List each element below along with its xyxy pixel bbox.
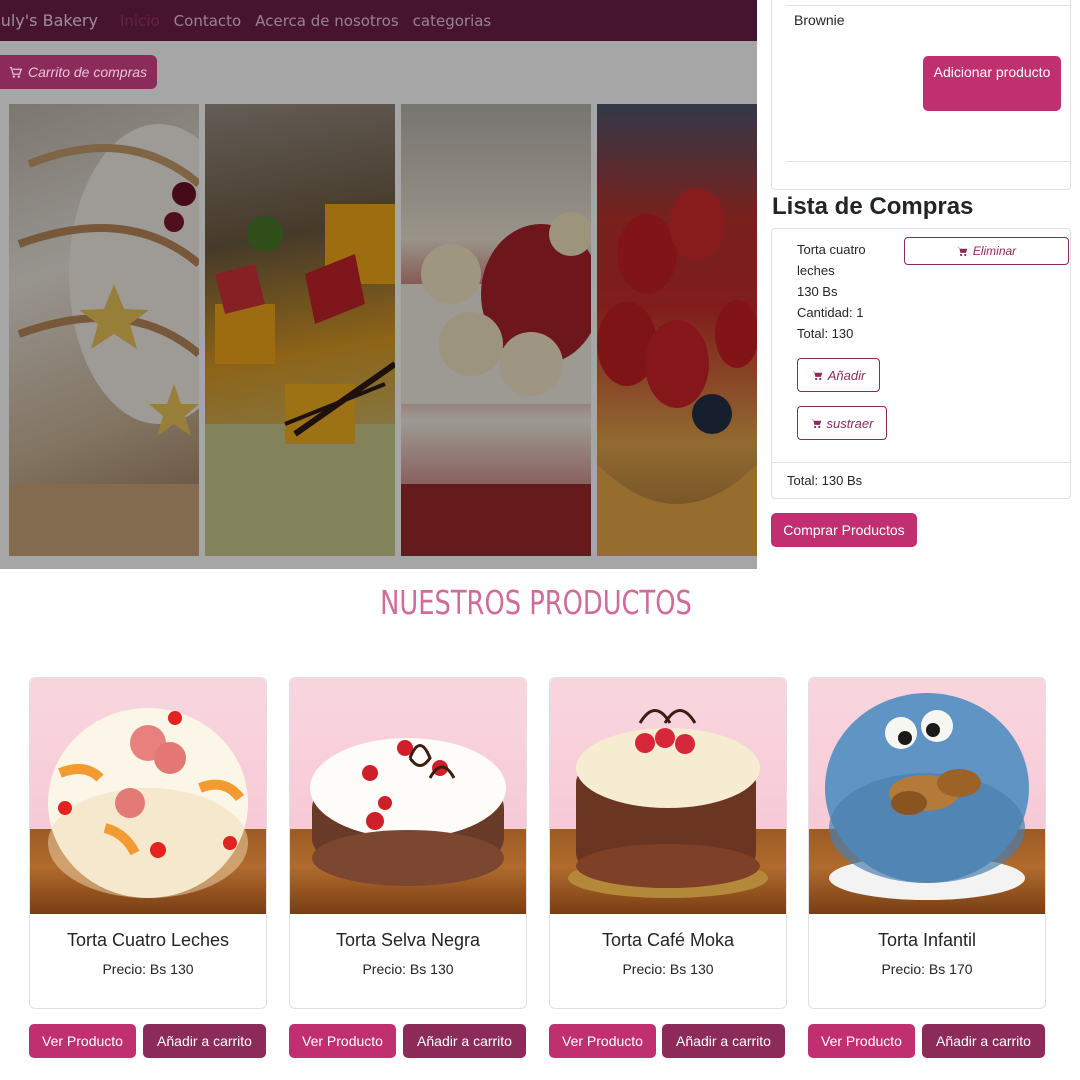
product-price: Precio: Bs 130 xyxy=(622,961,714,977)
cart-item-total: Total: 130 xyxy=(797,326,854,341)
cart-icon xyxy=(957,246,968,256)
black-forest-cake-illustration xyxy=(310,738,506,886)
product-option-label: Brownie xyxy=(794,12,845,28)
shopping-list-title: Lista de Compras xyxy=(772,193,974,220)
add-to-cart-button[interactable]: Añadir a carrito xyxy=(922,1024,1045,1058)
add-to-cart-button[interactable]: Añadir a carrito xyxy=(143,1024,266,1058)
view-product-button[interactable]: Ver Producto xyxy=(808,1024,915,1058)
cart-item-quantity: Cantidad: 1 xyxy=(797,305,864,320)
cart-item-price: 130 Bs xyxy=(797,284,838,299)
product-price: Precio: Bs 130 xyxy=(102,961,194,977)
cart-total: Total: 130 Bs xyxy=(787,473,863,488)
product-card: Torta Infantil Precio: Bs 170 xyxy=(808,677,1046,1009)
product-name: Torta Cuatro Leches xyxy=(66,930,230,950)
add-product-button[interactable]: Adicionar producto xyxy=(923,56,1061,111)
product-card: Torta Café Moka Precio: Bs 130 xyxy=(549,677,787,1009)
product-price: Precio: Bs 130 xyxy=(362,961,454,977)
decrease-quantity-label: sustraer xyxy=(826,415,874,431)
product-card: Torta Cuatro Leches Precio: Bs 130 xyxy=(29,677,267,1009)
product-name: Torta Infantil xyxy=(877,930,977,950)
cart-item-info: Torta cuatro leches 130 Bs Cantidad: 1 T… xyxy=(797,239,897,344)
cart-icon xyxy=(9,66,22,78)
view-product-button[interactable]: Ver Producto xyxy=(29,1024,136,1058)
divider xyxy=(772,462,1070,463)
buy-products-button[interactable]: Comprar Productos xyxy=(771,513,917,547)
moka-cake-illustration xyxy=(568,709,768,898)
product-add-card: Brownie Adicionar producto xyxy=(771,0,1071,190)
add-to-cart-button[interactable]: Añadir a carrito xyxy=(403,1024,526,1058)
shopping-list-card: Torta cuatro leches 130 Bs Cantidad: 1 T… xyxy=(771,228,1071,499)
increase-quantity-button[interactable]: Añadir xyxy=(797,358,880,392)
cookie-monster-cake-illustration xyxy=(825,693,1029,900)
product-image xyxy=(809,678,1045,914)
view-product-button[interactable]: Ver Producto xyxy=(549,1024,656,1058)
cart-side-panel: Brownie Adicionar producto Lista de Comp… xyxy=(757,0,1080,569)
cart-button[interactable]: Carrito de compras xyxy=(0,55,157,89)
cart-icon xyxy=(812,370,823,380)
cart-item-name: Torta cuatro leches xyxy=(797,242,866,278)
increase-quantity-label: Añadir xyxy=(827,367,866,383)
add-to-cart-button[interactable]: Añadir a carrito xyxy=(662,1024,785,1058)
cart-button-label: Carrito de compras xyxy=(28,64,148,80)
product-image xyxy=(30,678,266,914)
view-product-button[interactable]: Ver Producto xyxy=(289,1024,396,1058)
product-image xyxy=(290,678,526,914)
product-card: Torta Selva Negra Precio: Bs 130 xyxy=(289,677,527,1009)
decrease-quantity-button[interactable]: sustraer xyxy=(797,406,887,440)
remove-item-label: Eliminar xyxy=(972,244,1017,258)
divider xyxy=(786,161,1070,162)
product-name: Torta Café Moka xyxy=(601,930,735,950)
product-image xyxy=(550,678,786,914)
product-name: Torta Selva Negra xyxy=(335,930,481,950)
products-section-title: NUESTROS PRODUCTOS xyxy=(380,583,692,622)
divider xyxy=(786,5,1070,6)
cake-four-milks-illustration xyxy=(48,708,248,898)
cart-icon xyxy=(811,418,821,428)
remove-item-button[interactable]: Eliminar xyxy=(904,237,1069,265)
product-price: Precio: Bs 170 xyxy=(881,961,973,977)
